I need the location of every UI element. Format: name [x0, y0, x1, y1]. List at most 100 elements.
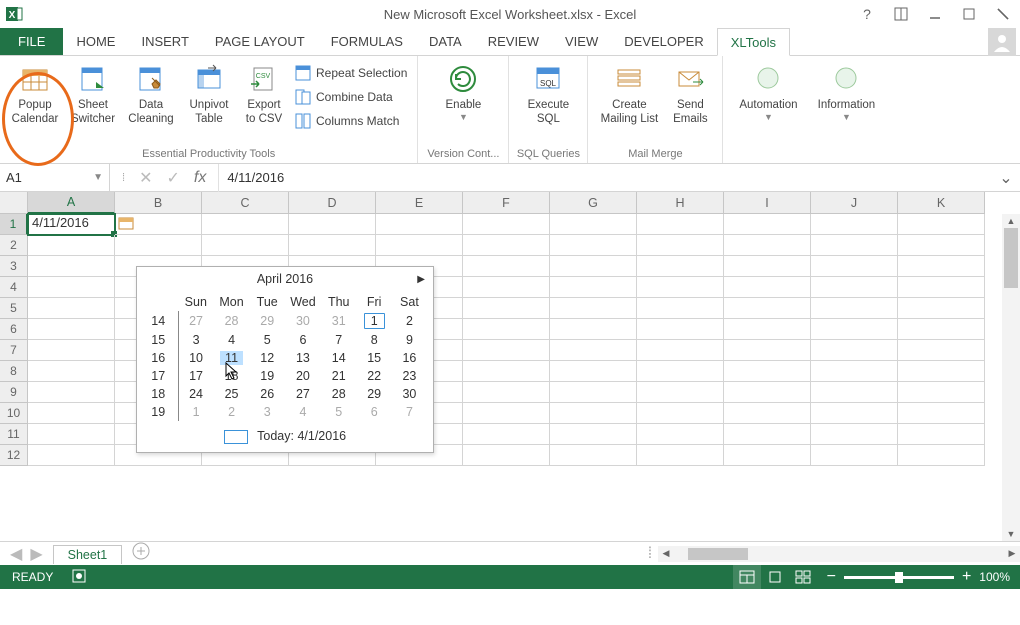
calendar-day[interactable]: 10 — [178, 349, 214, 367]
cell[interactable] — [463, 214, 550, 235]
data-cleaning-button[interactable]: Data Cleaning — [122, 60, 180, 132]
cell[interactable] — [637, 277, 724, 298]
cell[interactable] — [550, 382, 637, 403]
cell[interactable] — [898, 256, 985, 277]
cell[interactable] — [811, 319, 898, 340]
cell[interactable] — [637, 235, 724, 256]
calendar-day[interactable]: 3 — [250, 403, 285, 421]
cell[interactable] — [550, 445, 637, 466]
hscroll-right[interactable]: ▶ — [1004, 546, 1020, 562]
tab-insert[interactable]: INSERT — [128, 28, 201, 55]
combine-data-button[interactable]: Combine Data — [294, 86, 407, 108]
calendar-day[interactable]: 7 — [392, 403, 427, 421]
cell[interactable] — [463, 298, 550, 319]
cell[interactable] — [724, 445, 811, 466]
row-header[interactable]: 5 — [0, 298, 28, 319]
cell[interactable] — [898, 445, 985, 466]
cell[interactable] — [898, 298, 985, 319]
cell[interactable] — [550, 214, 637, 235]
column-header[interactable]: C — [202, 192, 289, 214]
cell[interactable] — [898, 382, 985, 403]
calendar-next-month[interactable]: ▶ — [417, 274, 425, 285]
maximize-button[interactable] — [952, 0, 986, 28]
cell[interactable] — [550, 277, 637, 298]
cell[interactable] — [811, 298, 898, 319]
tab-xltools[interactable]: XLTools — [717, 28, 790, 56]
calendar-day[interactable]: 23 — [392, 367, 427, 385]
calendar-day[interactable]: 12 — [250, 349, 285, 367]
cell[interactable] — [550, 340, 637, 361]
zoom-level[interactable]: 100% — [979, 570, 1010, 584]
cancel-formula-icon[interactable]: ✕ — [139, 168, 152, 188]
tab-developer[interactable]: DEVELOPER — [611, 28, 716, 55]
cell[interactable] — [637, 340, 724, 361]
row-header[interactable]: 1 — [0, 214, 28, 235]
cell[interactable] — [463, 235, 550, 256]
cell[interactable] — [550, 298, 637, 319]
hscroll-left[interactable]: ◀ — [658, 546, 674, 562]
calendar-day[interactable]: 18 — [214, 367, 250, 385]
execute-sql-button[interactable]: SQL Execute SQL — [515, 60, 581, 126]
cell[interactable] — [28, 424, 115, 445]
popup-calendar-button[interactable]: Popup Calendar — [6, 60, 64, 132]
calendar-day[interactable]: 20 — [285, 367, 321, 385]
column-header[interactable]: F — [463, 192, 550, 214]
calendar-day[interactable]: 9 — [392, 331, 427, 349]
enable-version-control-button[interactable]: Enable ▼ — [424, 60, 502, 122]
calendar-day[interactable]: 29 — [250, 311, 285, 331]
calendar-day[interactable]: 13 — [285, 349, 321, 367]
cell[interactable] — [811, 445, 898, 466]
cell[interactable] — [724, 256, 811, 277]
minimize-button[interactable] — [918, 0, 952, 28]
file-tab[interactable]: FILE — [0, 28, 63, 55]
cell[interactable] — [637, 403, 724, 424]
cell[interactable] — [463, 424, 550, 445]
scroll-down-icon[interactable]: ▼ — [1002, 527, 1020, 541]
row-header[interactable]: 3 — [0, 256, 28, 277]
tab-review[interactable]: REVIEW — [475, 28, 552, 55]
send-emails-button[interactable]: Send Emails — [664, 60, 716, 126]
formula-input[interactable]: 4/11/2016 — [218, 164, 992, 192]
automation-button[interactable]: Automation ▼ — [729, 60, 807, 122]
cell[interactable] — [202, 235, 289, 256]
sheet-nav-next[interactable]: ▶ — [30, 544, 42, 564]
cell[interactable] — [28, 298, 115, 319]
tab-data[interactable]: DATA — [416, 28, 475, 55]
cell[interactable] — [28, 319, 115, 340]
cell[interactable] — [463, 319, 550, 340]
cell[interactable] — [724, 214, 811, 235]
cell[interactable] — [463, 382, 550, 403]
column-header[interactable]: K — [898, 192, 985, 214]
cell[interactable] — [637, 445, 724, 466]
calendar-popup-handle-icon[interactable] — [118, 216, 134, 230]
cell[interactable] — [550, 424, 637, 445]
cell[interactable] — [898, 340, 985, 361]
tab-formulas[interactable]: FORMULAS — [318, 28, 416, 55]
calendar-day[interactable]: 6 — [285, 331, 321, 349]
cell[interactable] — [376, 235, 463, 256]
cell[interactable] — [898, 235, 985, 256]
cell[interactable] — [289, 214, 376, 235]
view-page-layout-button[interactable] — [761, 565, 789, 589]
column-header[interactable]: A — [28, 192, 115, 214]
calendar-day[interactable]: 30 — [285, 311, 321, 331]
column-header[interactable]: E — [376, 192, 463, 214]
cell[interactable] — [550, 319, 637, 340]
cell[interactable] — [811, 235, 898, 256]
zoom-in-button[interactable]: + — [962, 568, 971, 586]
calendar-day[interactable]: 6 — [356, 403, 391, 421]
name-box[interactable]: A1 ▼ — [0, 164, 110, 192]
cell[interactable] — [724, 277, 811, 298]
cell[interactable] — [811, 382, 898, 403]
row-header[interactable]: 9 — [0, 382, 28, 403]
cell[interactable] — [463, 340, 550, 361]
cell[interactable] — [724, 319, 811, 340]
cell[interactable] — [463, 403, 550, 424]
column-header[interactable]: H — [637, 192, 724, 214]
columns-match-button[interactable]: Columns Match — [294, 110, 407, 132]
scrollbar-thumb[interactable] — [1004, 228, 1018, 288]
view-page-break-button[interactable] — [789, 565, 817, 589]
user-avatar[interactable] — [988, 28, 1016, 56]
cell[interactable] — [637, 361, 724, 382]
calendar-day[interactable]: 3 — [178, 331, 214, 349]
